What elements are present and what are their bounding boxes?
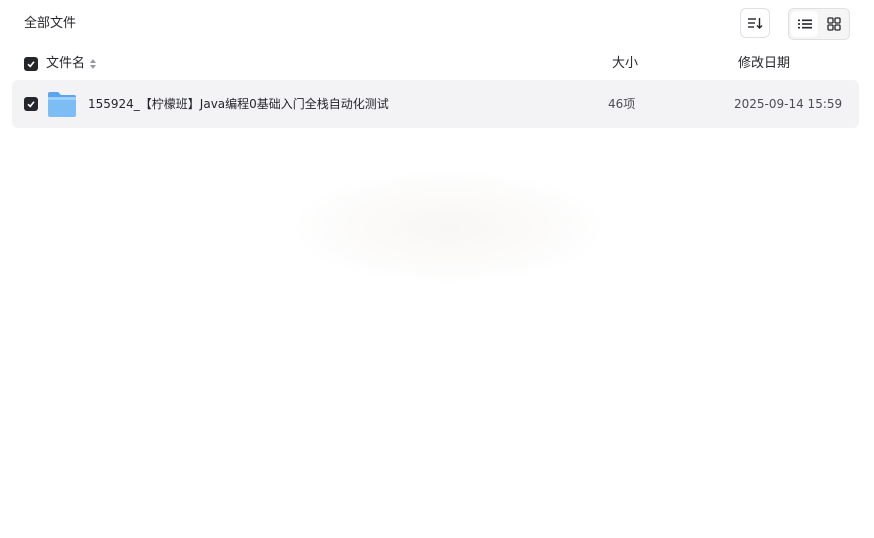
row-modified-date: 2025-09-14 15:59 [734, 97, 843, 111]
row-checkbox[interactable] [24, 97, 38, 111]
list-view-icon [797, 19, 812, 29]
column-header-date[interactable]: 修改日期 [738, 54, 790, 74]
check-icon [27, 61, 35, 68]
row-size: 46项 [608, 97, 636, 111]
folder-icon [48, 92, 76, 117]
list-view-button[interactable] [791, 11, 818, 37]
breadcrumb[interactable]: 全部文件 [24, 14, 76, 34]
background-watermark [296, 172, 600, 282]
table-row[interactable]: 155924_【柠檬班】Java编程0基础入门全栈自动化测试 46项 2025-… [12, 80, 859, 128]
column-header-name-label: 文件名 [46, 56, 86, 71]
file-browser: 全部文件 文件名 大小 修改日期 155924_【柠檬班】Java编程0基础入门… [0, 0, 874, 538]
check-icon [27, 101, 35, 108]
sort-button[interactable] [740, 8, 770, 38]
column-header-name[interactable]: 文件名 [46, 54, 97, 74]
table-header: 文件名 大小 修改日期 [0, 52, 874, 76]
column-header-size[interactable]: 大小 [612, 54, 638, 74]
view-switch [788, 8, 850, 40]
grid-view-icon [826, 17, 841, 31]
grid-view-button[interactable] [820, 11, 847, 37]
row-file-name[interactable]: 155924_【柠檬班】Java编程0基础入门全栈自动化测试 [88, 94, 389, 114]
select-all-checkbox[interactable] [24, 57, 38, 71]
sort-icon [748, 18, 763, 29]
sort-toggle-icon [90, 59, 97, 69]
